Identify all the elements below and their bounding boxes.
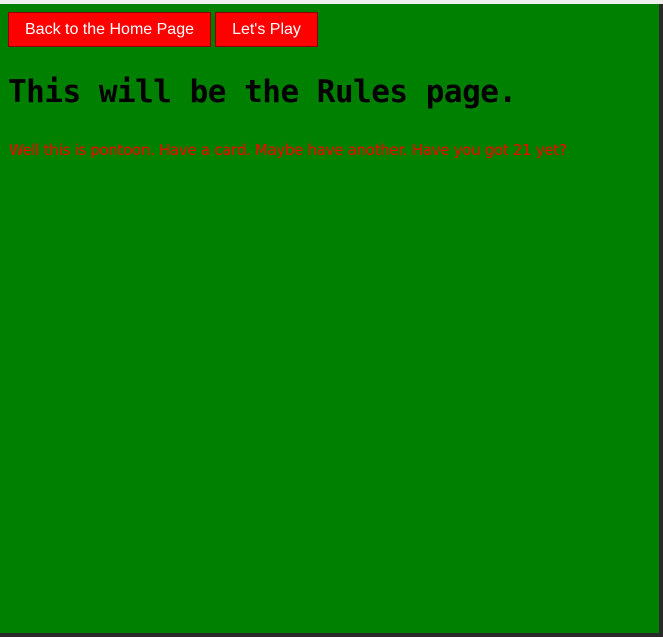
nav-buttons: Back to the Home Page Let's Play — [8, 12, 318, 47]
back-to-home-button[interactable]: Back to the Home Page — [8, 12, 211, 47]
page-title: This will be the Rules page. — [8, 74, 517, 110]
lets-play-button[interactable]: Let's Play — [215, 12, 318, 47]
page-body: Back to the Home Page Let's Play This wi… — [0, 4, 659, 633]
rules-text: Well this is pontoon. Have a card. Maybe… — [9, 141, 567, 159]
